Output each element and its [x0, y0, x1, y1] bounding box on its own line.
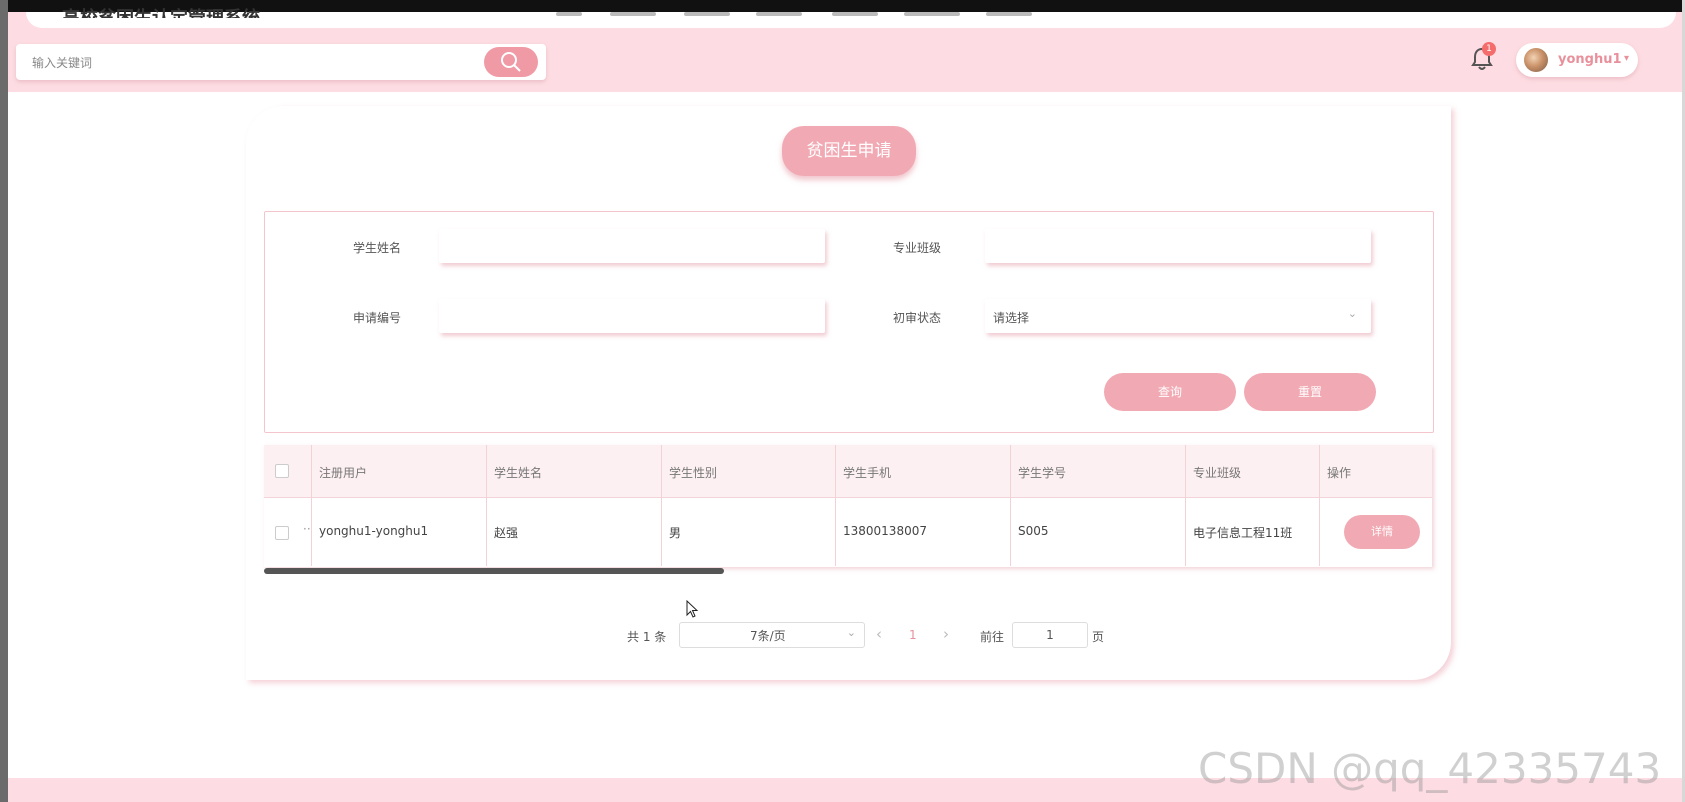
goto-page-input[interactable]: 1 [1012, 622, 1088, 648]
row-ellipsis: ·· [303, 522, 311, 536]
prev-page-button[interactable]: ‹ [876, 625, 882, 643]
column-header: 注册用户 [319, 466, 368, 480]
nav-item[interactable] [556, 12, 582, 16]
column-header: 专业班级 [1193, 466, 1242, 480]
column-divider [1185, 445, 1186, 566]
mouse-cursor-icon [686, 600, 699, 618]
review-status-select[interactable]: 请选择 ⌄ [985, 299, 1371, 333]
goto-label: 前往 [980, 630, 1005, 644]
column-header: 学生手机 [843, 466, 892, 480]
column-header: 学生性别 [669, 466, 718, 480]
page-number[interactable]: 1 [909, 628, 917, 642]
username: yonghu1 [1558, 52, 1622, 67]
detail-button[interactable]: 详情 [1344, 515, 1420, 549]
chevron-down-icon: ⌄ [1347, 307, 1357, 320]
column-header: 学生姓名 [494, 466, 543, 480]
cell-registered-user: yonghu1-yonghu1 [319, 524, 429, 538]
column-divider [486, 445, 487, 566]
nav-item[interactable] [986, 12, 1032, 16]
user-menu[interactable]: yonghu1 ▾ [1516, 43, 1638, 77]
student-name-input[interactable] [439, 229, 825, 263]
search-box[interactable]: 输入关键词 [16, 44, 546, 80]
page-size-select[interactable]: 7条/页 ⌄ [679, 622, 865, 648]
window-left-edge [0, 0, 8, 802]
title-bar: 高校贫困生认定管理系统 [26, 8, 1676, 28]
table-row: ·· yonghu1-yonghu1 赵强 男 13800138007 S005… [264, 498, 1432, 566]
watermark: CSDN @qq_42335743 [1198, 744, 1662, 793]
nav-item[interactable] [684, 12, 730, 16]
search-icon [501, 52, 521, 72]
next-page-button[interactable]: › [943, 625, 949, 643]
chevron-down-icon: ▾ [1624, 53, 1630, 64]
search-button[interactable] [484, 47, 538, 77]
data-table: 注册用户 学生姓名 学生性别 学生手机 学生学号 专业班级 操作 ·· yong… [264, 445, 1432, 567]
column-divider [661, 445, 662, 566]
review-status-value: 请选择 [993, 311, 1030, 325]
search-input[interactable]: 输入关键词 [32, 54, 92, 71]
row-checkbox[interactable] [275, 526, 289, 540]
column-divider [311, 445, 312, 566]
cell-gender: 男 [669, 526, 682, 540]
major-class-input[interactable] [985, 229, 1371, 263]
application-no-input[interactable] [439, 299, 825, 333]
review-status-label: 初审状态 [892, 311, 941, 325]
main-card: 贫困生申请 学生姓名 专业班级 申请编号 初审状态 请选择 ⌄ 查询 重置 注册… [246, 106, 1451, 680]
column-divider [1319, 445, 1320, 566]
cell-phone: 13800138007 [843, 524, 927, 538]
column-divider [835, 445, 836, 566]
reset-button[interactable]: 重置 [1244, 373, 1376, 411]
chevron-down-icon: ⌄ [846, 626, 856, 639]
page-size-value: 7条/页 [750, 629, 786, 643]
notification-badge: 1 [1482, 42, 1496, 56]
nav-item[interactable] [610, 12, 656, 16]
select-all-checkbox[interactable] [275, 464, 289, 478]
application-no-label: 申请编号 [352, 311, 401, 325]
cell-student-id: S005 [1018, 524, 1049, 538]
header: 高校贫困生认定管理系统 输入关键词 1 yonghu1 ▾ [8, 8, 1682, 92]
column-header: 操作 [1327, 466, 1352, 480]
student-name-label: 学生姓名 [352, 241, 401, 255]
cell-student-name: 赵强 [494, 526, 519, 540]
nav-item[interactable] [832, 12, 878, 16]
major-class-label: 专业班级 [892, 241, 941, 255]
page-title: 贫困生申请 [782, 126, 916, 176]
column-divider [1010, 445, 1011, 566]
page-suffix: 页 [1092, 630, 1105, 644]
filter-panel: 学生姓名 专业班级 申请编号 初审状态 请选择 ⌄ 查询 重置 [264, 211, 1434, 433]
app-title: 高校贫困生认定管理系统 [62, 2, 260, 18]
cell-major-class: 电子信息工程11班 [1193, 526, 1293, 540]
column-header: 学生学号 [1018, 466, 1067, 480]
nav-item[interactable] [756, 12, 802, 16]
scrollbar-thumb[interactable] [264, 568, 724, 574]
avatar [1524, 48, 1548, 72]
horizontal-scrollbar[interactable] [264, 568, 1432, 574]
nav-item[interactable] [904, 12, 960, 16]
query-button[interactable]: 查询 [1104, 373, 1236, 411]
total-count: 共 1 条 [627, 630, 667, 644]
table-header: 注册用户 学生姓名 学生性别 学生手机 学生学号 专业班级 操作 [264, 445, 1432, 498]
